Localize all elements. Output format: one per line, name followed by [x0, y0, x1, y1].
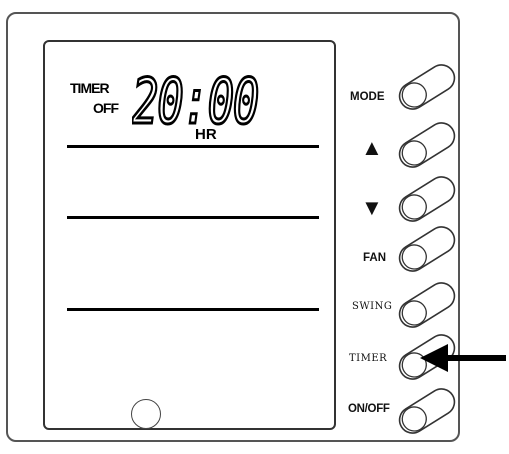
swing-button[interactable]	[392, 282, 462, 328]
display-divider-1	[67, 145, 319, 148]
display-divider-2	[67, 216, 319, 219]
pointer-arrow-icon	[420, 344, 506, 372]
hour-unit-label: HR	[195, 126, 217, 143]
on-off-button[interactable]	[392, 388, 462, 434]
swing-label: SWING	[352, 301, 393, 312]
display-divider-3	[67, 308, 319, 311]
mode-button[interactable]	[392, 64, 462, 110]
down-arrow-icon: ▼	[361, 195, 383, 220]
lcd-time-display: 20:00	[132, 72, 262, 128]
down-button[interactable]	[392, 176, 462, 222]
lcd-time-value: 20:00	[132, 72, 258, 128]
off-indicator: OFF	[93, 100, 119, 116]
mode-label: MODE	[350, 91, 385, 103]
timer-label: TIMER	[349, 353, 388, 364]
fan-label: FAN	[363, 252, 386, 264]
fan-button[interactable]	[392, 226, 462, 272]
up-arrow-icon: ▲	[361, 135, 383, 160]
on-off-label: ON/OFF	[348, 403, 390, 415]
up-button[interactable]	[392, 122, 462, 168]
reset-button[interactable]	[131, 399, 161, 429]
timer-indicator: TIMER	[70, 80, 110, 96]
